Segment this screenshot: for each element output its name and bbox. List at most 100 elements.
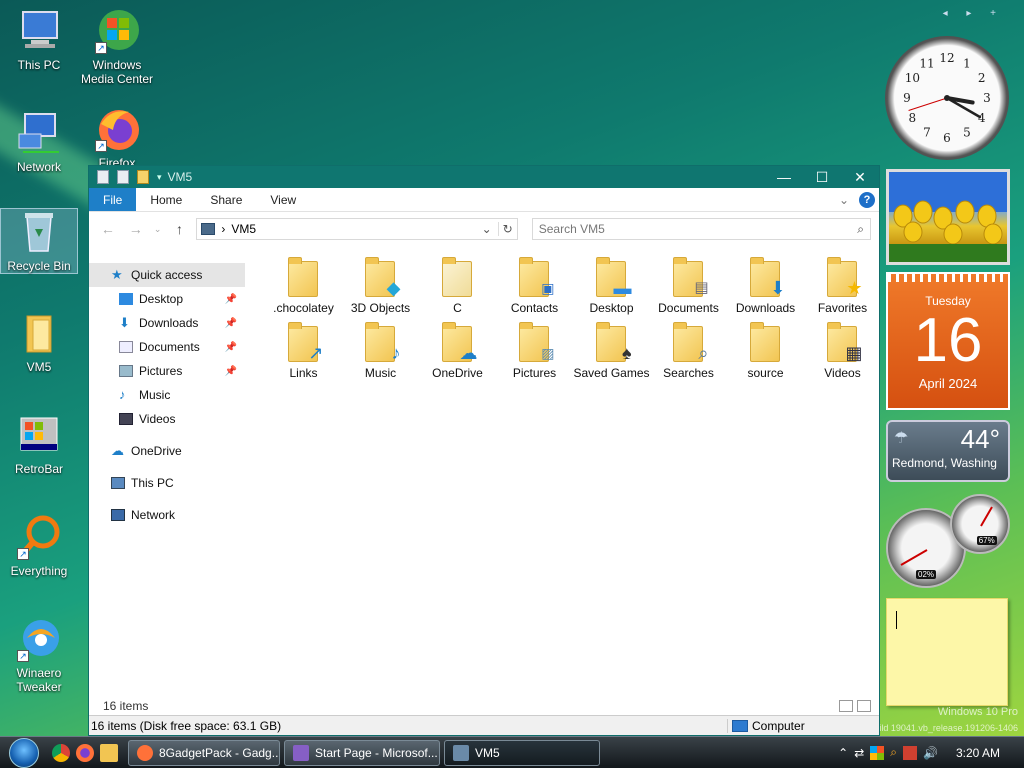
chrome-icon[interactable] [52, 743, 70, 762]
pin-icon[interactable]: 📌 [225, 294, 237, 305]
clock-gadget[interactable]: 12 1 2 3 4 5 6 7 8 9 10 11 [885, 36, 1009, 160]
breadcrumb-vm5[interactable]: VM5 [231, 222, 256, 236]
taskbar-button-8gadgetpack[interactable]: 8GadgetPack - Gadg... [128, 739, 280, 766]
gadget-navigation-arrows[interactable]: ◂ ▸ + [943, 8, 1004, 19]
memory-meter-gadget[interactable]: 67% [950, 494, 1010, 554]
nav-music[interactable]: ♪ Music [89, 383, 245, 407]
file-explorer-icon[interactable] [100, 743, 118, 762]
search-box[interactable]: Search VM5 ⌕ [531, 218, 871, 240]
desktop-icon-retrobar[interactable]: RetroBar [0, 412, 78, 476]
folder-item-contacts[interactable]: ▣ Contacts [496, 257, 573, 316]
windows-flag-tray-icon[interactable] [870, 745, 885, 760]
volume-icon[interactable]: 🔊 [923, 746, 938, 760]
shortcut-arrow-icon: ↗ [95, 42, 107, 54]
weather-gadget[interactable]: ☂ 44° Redmond, Washing [886, 420, 1010, 482]
nav-desktop[interactable]: Desktop 📌 [89, 287, 245, 311]
file-list[interactable]: .chocolatey ◆ 3D Objects C ▣ Contacts ▬ Des… [245, 246, 879, 695]
folder-item-links[interactable]: ↗ Links [265, 322, 342, 381]
folder-item-chocolatey[interactable]: .chocolatey [265, 257, 342, 316]
start-button[interactable] [0, 737, 46, 768]
slideshow-gadget[interactable] [886, 169, 1010, 265]
folder-item-music[interactable]: ♪ Music [342, 322, 419, 381]
folder-item-favorites[interactable]: ★ Favorites [804, 257, 881, 316]
desktop-icon-vm5[interactable]: VM5 [0, 310, 78, 374]
folder-item-onedrive[interactable]: ☁ OneDrive [419, 322, 496, 381]
folder-item-downloads[interactable]: ⬇ Downloads [727, 257, 804, 316]
folder-item-saved-games[interactable]: ♠ Saved Games [573, 322, 650, 381]
nav-pictures[interactable]: Pictures 📌 [89, 359, 245, 383]
network-tray-icon[interactable]: ⇄ [854, 746, 864, 760]
tab-share[interactable]: Share [196, 188, 256, 211]
calendar-gadget[interactable]: Tuesday 16 April 2024 [886, 272, 1010, 410]
refresh-icon[interactable]: ↻ [497, 222, 513, 236]
tab-view[interactable]: View [256, 188, 310, 211]
details-view-icon[interactable] [839, 700, 853, 712]
pin-icon[interactable]: 📌 [225, 366, 237, 377]
taskbar-button-visual-studio[interactable]: Start Page - Microsof... [284, 739, 440, 766]
taskbar-clock[interactable]: 3:20 AM [956, 746, 1000, 760]
desktop-icon-recycle-bin[interactable]: Recycle Bin [0, 208, 78, 274]
cpu-meter-needle [900, 549, 928, 566]
firefox-icon: ↗ [93, 106, 141, 152]
pin-icon[interactable]: 📌 [225, 342, 237, 353]
tab-home[interactable]: Home [136, 188, 196, 211]
folder-item-3d-objects[interactable]: ◆ 3D Objects [342, 257, 419, 316]
recent-locations-chevron-icon[interactable]: ⌄ [153, 224, 163, 235]
back-arrow-icon[interactable]: ← [97, 221, 119, 237]
help-icon[interactable]: ? [859, 191, 875, 208]
desktop-icon-firefox[interactable]: ↗ Firefox [78, 106, 156, 166]
folder-item-videos[interactable]: ▦ Videos [804, 322, 881, 381]
nav-onedrive[interactable]: ☁ OneDrive [89, 439, 245, 463]
nav-this-pc[interactable]: This PC [89, 471, 245, 495]
explorer-window[interactable]: ▾ VM5 — ☐ ✕ File Home Share View ⌄ ? ← →… [88, 165, 880, 736]
expand-ribbon-icon[interactable]: ⌄ [839, 193, 849, 207]
close-button[interactable]: ✕ [841, 169, 879, 186]
nav-network[interactable]: Network [89, 503, 245, 527]
search-input[interactable]: Search VM5 [539, 222, 605, 236]
nav-quick-access[interactable]: ★ Quick access [89, 263, 245, 287]
calendar-rings [888, 274, 1008, 282]
tab-file[interactable]: File [89, 188, 137, 211]
nav-downloads[interactable]: ⬇ Downloads 📌 [89, 311, 245, 335]
show-hidden-icons-icon[interactable]: ⌃ [838, 746, 848, 760]
large-icons-view-icon[interactable] [857, 700, 871, 712]
new-folder-icon[interactable] [137, 170, 149, 184]
desktop-icon-this-pc[interactable]: This PC [0, 8, 78, 72]
quick-access-toolbar-icon[interactable] [117, 170, 129, 184]
toolbar-dropdown-icon[interactable]: ▾ [157, 172, 162, 183]
nav-documents[interactable]: Documents 📌 [89, 335, 245, 359]
minimize-button[interactable]: — [765, 169, 803, 186]
folder-item-searches[interactable]: ⌕ Searches [650, 322, 727, 381]
retrobar-tray-icon[interactable] [903, 745, 918, 760]
desktop-icon-winaero-tweaker[interactable]: ↗ Winaero Tweaker [0, 616, 78, 694]
item-count: 16 items [103, 699, 149, 713]
forward-arrow-icon[interactable]: → [125, 221, 147, 237]
folder-item-documents[interactable]: ▤ Documents [650, 257, 727, 316]
window-titlebar[interactable]: ▾ VM5 — ☐ ✕ [89, 166, 879, 188]
folder-item-pictures[interactable]: ▨ Pictures [496, 322, 573, 381]
desktop-icon [119, 293, 133, 305]
sticky-note-gadget[interactable] [886, 598, 1008, 706]
folder-item-c[interactable]: C [419, 257, 496, 316]
firefox-icon[interactable] [76, 743, 94, 762]
folder-item-source[interactable]: source [727, 322, 804, 381]
clock-numeral: 1 [963, 56, 971, 70]
calendar-month-year: April 2024 [918, 376, 978, 391]
address-bar[interactable]: › VM5 ⌄ ↻ [196, 218, 518, 240]
item-label: Desktop [589, 301, 634, 315]
nav-videos[interactable]: Videos [89, 407, 245, 431]
taskbar-button-vm5[interactable]: VM5 [444, 739, 600, 766]
search-tray-icon[interactable]: ⌕ [890, 745, 897, 760]
up-arrow-icon[interactable]: ↑ [169, 221, 191, 237]
desktop-icon-everything[interactable]: ↗ Everything [0, 514, 78, 578]
properties-icon[interactable] [97, 170, 109, 184]
pin-icon[interactable]: 📌 [225, 318, 237, 329]
disk-free-status: 16 items (Disk free space: 63.1 GB) [91, 718, 282, 733]
desktop-icon-windows-media-center[interactable]: ↗ Windows Media Center [78, 8, 156, 86]
address-dropdown-icon[interactable]: ⌄ [482, 222, 492, 236]
maximize-button[interactable]: ☐ [803, 169, 841, 186]
folder-item-desktop[interactable]: ▬ Desktop [573, 257, 650, 316]
visual-studio-icon [293, 744, 309, 761]
search-icon[interactable]: ⌕ [857, 222, 864, 237]
desktop-icon-network[interactable]: Network [0, 110, 78, 174]
